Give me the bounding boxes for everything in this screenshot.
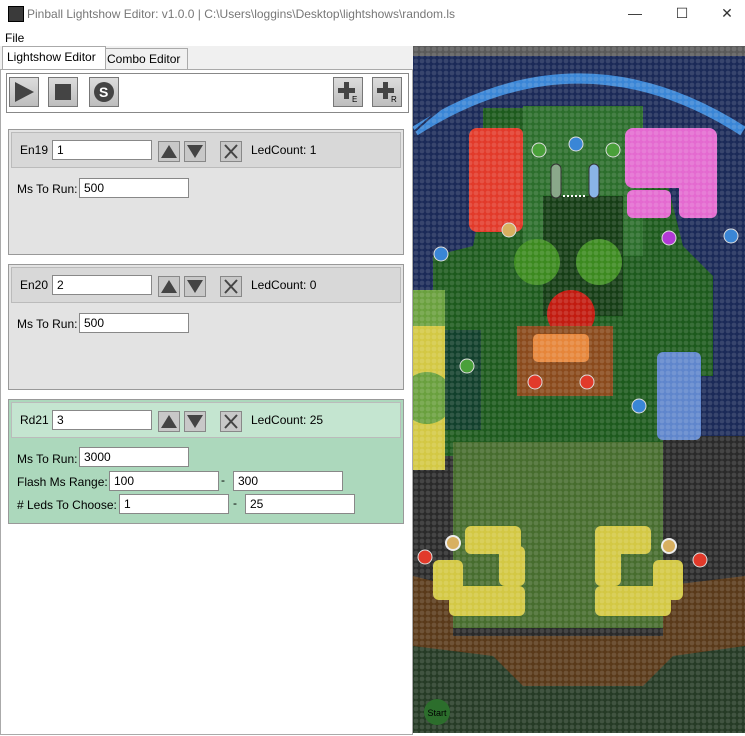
save-button-label: S bbox=[99, 84, 109, 100]
start-label: Start bbox=[427, 708, 447, 718]
ms-to-run-label: Ms To Run: bbox=[17, 452, 78, 466]
app-icon bbox=[8, 6, 24, 22]
menu-file[interactable]: File bbox=[5, 31, 24, 45]
flash-min-input[interactable] bbox=[109, 471, 219, 491]
tab-combo-editor[interactable]: Combo Editor bbox=[102, 48, 188, 69]
add-entry-label: E bbox=[352, 95, 358, 104]
move-up-button[interactable] bbox=[158, 141, 180, 162]
close-button[interactable]: ✕ bbox=[712, 4, 742, 24]
delete-button[interactable] bbox=[220, 411, 242, 432]
menu-bar: File bbox=[0, 28, 745, 46]
play-icon bbox=[15, 82, 34, 102]
playfield-view[interactable]: Start bbox=[401, 46, 745, 733]
move-down-button[interactable] bbox=[184, 276, 206, 297]
entry-header: Rd21 LedCount: 25 bbox=[11, 402, 401, 438]
leds-to-choose-label: # Leds To Choose: bbox=[17, 498, 117, 512]
delete-button[interactable] bbox=[220, 276, 242, 297]
maximize-button[interactable]: ☐ bbox=[667, 4, 697, 24]
entry-header: En19 LedCount: 1 bbox=[11, 132, 401, 168]
move-up-button[interactable] bbox=[158, 411, 180, 432]
stop-icon bbox=[55, 84, 71, 100]
ms-to-run-input[interactable] bbox=[79, 447, 189, 467]
flash-max-input[interactable] bbox=[233, 471, 343, 491]
ms-to-run-input[interactable] bbox=[79, 313, 189, 333]
lightshow-editor-panel: S E R En19 LedCount: 1 Ms To Run: bbox=[0, 69, 413, 735]
window-title: Pinball Lightshow Editor: v1.0.0 | C:\Us… bbox=[27, 7, 455, 21]
ms-to-run-label: Ms To Run: bbox=[17, 182, 78, 196]
entry-index-input[interactable] bbox=[52, 140, 152, 160]
tab-lightshow-editor[interactable]: Lightshow Editor bbox=[2, 46, 106, 69]
stop-button[interactable] bbox=[48, 77, 78, 107]
range-dash: - bbox=[233, 496, 237, 510]
entry-name: En20 bbox=[20, 278, 49, 292]
entry-header: En20 LedCount: 0 bbox=[11, 267, 401, 303]
led-count: LedCount: 25 bbox=[251, 413, 324, 427]
entry-name: Rd21 bbox=[20, 413, 49, 427]
ms-to-run-label: Ms To Run: bbox=[17, 317, 78, 331]
add-entry-button[interactable]: E bbox=[333, 77, 363, 107]
entry-name: En19 bbox=[20, 143, 49, 157]
move-down-button[interactable] bbox=[184, 141, 206, 162]
entry-panel-en20: En20 LedCount: 0 Ms To Run: bbox=[8, 264, 404, 390]
delete-icon bbox=[224, 414, 238, 429]
delete-button[interactable] bbox=[220, 141, 242, 162]
range-dash: - bbox=[221, 473, 225, 487]
add-random-label: R bbox=[391, 95, 397, 104]
title-bar: Pinball Lightshow Editor: v1.0.0 | C:\Us… bbox=[0, 0, 745, 28]
playfield-canvas[interactable]: Start bbox=[401, 46, 745, 733]
save-button[interactable]: S bbox=[89, 77, 119, 107]
flash-ms-range-label: Flash Ms Range: bbox=[17, 475, 108, 489]
entry-index-input[interactable] bbox=[52, 275, 152, 295]
entry-index-input[interactable] bbox=[52, 410, 152, 430]
left-pane: Lightshow Editor Combo Editor S E R En19… bbox=[0, 46, 413, 735]
leds-max-input[interactable] bbox=[245, 494, 355, 514]
led-count: LedCount: 1 bbox=[251, 143, 317, 157]
toolbar: S E R bbox=[6, 73, 409, 113]
entry-panel-en19: En19 LedCount: 1 Ms To Run: bbox=[8, 129, 404, 255]
add-random-button[interactable]: R bbox=[372, 77, 402, 107]
play-button[interactable] bbox=[9, 77, 39, 107]
ms-to-run-input[interactable] bbox=[79, 178, 189, 198]
led-count: LedCount: 0 bbox=[251, 278, 317, 292]
leds-min-input[interactable] bbox=[119, 494, 229, 514]
delete-icon bbox=[224, 279, 238, 294]
move-down-button[interactable] bbox=[184, 411, 206, 432]
entry-panel-rd21: Rd21 LedCount: 25 Ms To Run: Flash Ms Ra… bbox=[8, 399, 404, 524]
move-up-button[interactable] bbox=[158, 276, 180, 297]
minimize-button[interactable]: — bbox=[620, 4, 650, 24]
delete-icon bbox=[224, 144, 238, 159]
